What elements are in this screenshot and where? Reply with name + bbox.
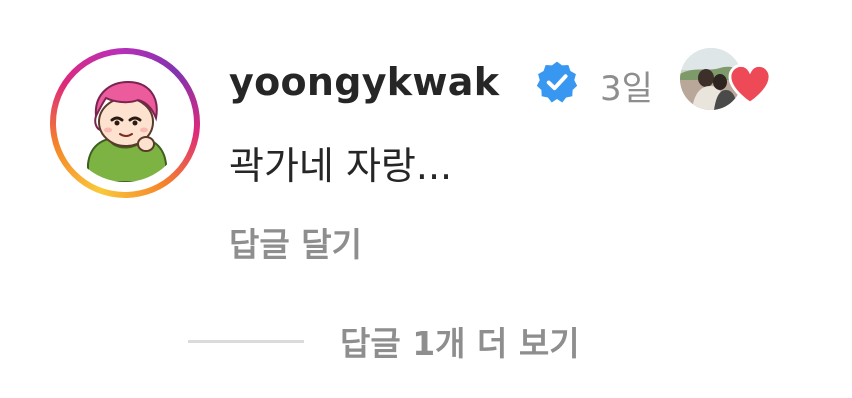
avatar-ring-gap: [56, 54, 194, 192]
comment-timestamp[interactable]: 3일: [600, 61, 653, 110]
heart-icon[interactable]: [727, 63, 773, 105]
verified-badge-icon: [536, 61, 578, 103]
comment-text: 곽가네 자랑...: [229, 144, 453, 188]
view-more-replies-label: 답글 1개 더 보기: [340, 324, 580, 363]
avatar-illustration: [66, 64, 184, 182]
avatar-story-ring[interactable]: [50, 48, 200, 198]
replies-divider-line: [188, 339, 304, 343]
view-more-replies-button[interactable]: 답글 1개 더 보기: [188, 318, 580, 364]
avatar[interactable]: [66, 64, 184, 182]
comment-username[interactable]: yoongykwak: [229, 60, 499, 104]
reply-button[interactable]: 답글 달기: [229, 218, 362, 266]
